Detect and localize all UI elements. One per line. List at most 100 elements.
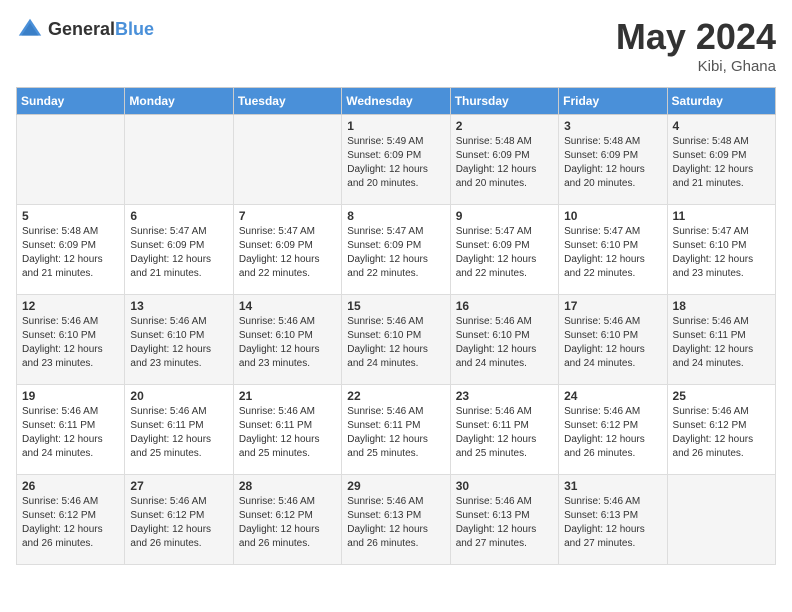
title-block: May 2024 Kibi, Ghana [616,16,776,75]
cell-content: Sunrise: 5:46 AM Sunset: 6:11 PM Dayligh… [347,405,444,461]
day-number: 27 [130,479,227,493]
empty-cell [17,115,125,205]
cell-content: Sunrise: 5:47 AM Sunset: 6:09 PM Dayligh… [239,225,336,281]
page-header: GeneralBlue May 2024 Kibi, Ghana [16,16,776,75]
day-cell-19: 19 Sunrise: 5:46 AM Sunset: 6:11 PM Dayli… [17,385,125,475]
day-cell-9: 9 Sunrise: 5:47 AM Sunset: 6:09 PM Daylig… [450,205,558,295]
cell-content: Sunrise: 5:46 AM Sunset: 6:11 PM Dayligh… [673,315,770,371]
cell-content: Sunrise: 5:46 AM Sunset: 6:10 PM Dayligh… [130,315,227,371]
day-number: 11 [673,209,770,223]
cell-content: Sunrise: 5:46 AM Sunset: 6:12 PM Dayligh… [130,495,227,551]
day-number: 20 [130,389,227,403]
day-cell-4: 4 Sunrise: 5:48 AM Sunset: 6:09 PM Daylig… [667,115,775,205]
day-cell-6: 6 Sunrise: 5:47 AM Sunset: 6:09 PM Daylig… [125,205,233,295]
day-cell-25: 25Sunrise: 5:46 AM Sunset: 6:12 PM Dayli… [667,385,775,475]
empty-cell [667,475,775,565]
day-cell-26: 26 Sunrise: 5:46 AM Sunset: 6:12 PM Dayli… [17,475,125,565]
day-cell-29: 29Sunrise: 5:46 AM Sunset: 6:13 PM Dayli… [342,475,450,565]
day-cell-16: 16Sunrise: 5:46 AM Sunset: 6:10 PM Dayli… [450,295,558,385]
week-row-5: 26 Sunrise: 5:46 AM Sunset: 6:12 PM Dayli… [17,475,776,565]
cell-content: Sunrise: 5:48 AM Sunset: 6:09 PM Dayligh… [22,225,119,281]
day-cell-18: 18 Sunrise: 5:46 AM Sunset: 6:11 PM Dayli… [667,295,775,385]
day-number: 7 [239,209,336,223]
day-cell-10: 10Sunrise: 5:47 AM Sunset: 6:10 PM Dayli… [559,205,667,295]
day-cell-14: 14 Sunrise: 5:46 AM Sunset: 6:10 PM Dayli… [233,295,341,385]
day-number: 3 [564,119,661,133]
week-row-1: 1Sunrise: 5:49 AM Sunset: 6:09 PM Daylig… [17,115,776,205]
cell-content: Sunrise: 5:46 AM Sunset: 6:11 PM Dayligh… [22,405,119,461]
day-header-thursday: Thursday [450,88,558,115]
cell-content: Sunrise: 5:46 AM Sunset: 6:11 PM Dayligh… [130,405,227,461]
day-number: 23 [456,389,553,403]
day-number: 25 [673,389,770,403]
location: Kibi, Ghana [616,58,776,75]
cell-content: Sunrise: 5:48 AM Sunset: 6:09 PM Dayligh… [673,135,770,191]
calendar-table: SundayMondayTuesdayWednesdayThursdayFrid… [16,87,776,565]
day-header-saturday: Saturday [667,88,775,115]
day-header-tuesday: Tuesday [233,88,341,115]
week-row-2: 5 Sunrise: 5:48 AM Sunset: 6:09 PM Daylig… [17,205,776,295]
cell-content: Sunrise: 5:47 AM Sunset: 6:10 PM Dayligh… [673,225,770,281]
day-number: 6 [130,209,227,223]
day-number: 18 [673,299,770,313]
logo: GeneralBlue [16,16,154,44]
day-cell-1: 1Sunrise: 5:49 AM Sunset: 6:09 PM Daylig… [342,115,450,205]
cell-content: Sunrise: 5:46 AM Sunset: 6:11 PM Dayligh… [239,405,336,461]
cell-content: Sunrise: 5:46 AM Sunset: 6:10 PM Dayligh… [564,315,661,371]
cell-content: Sunrise: 5:46 AM Sunset: 6:13 PM Dayligh… [456,495,553,551]
day-cell-2: 2 Sunrise: 5:48 AM Sunset: 6:09 PM Daylig… [450,115,558,205]
cell-content: Sunrise: 5:47 AM Sunset: 6:09 PM Dayligh… [456,225,553,281]
day-number: 22 [347,389,444,403]
day-cell-20: 20 Sunrise: 5:46 AM Sunset: 6:11 PM Dayli… [125,385,233,475]
day-number: 31 [564,479,661,493]
day-cell-24: 24 Sunrise: 5:46 AM Sunset: 6:12 PM Dayli… [559,385,667,475]
day-cell-17: 17Sunrise: 5:46 AM Sunset: 6:10 PM Dayli… [559,295,667,385]
logo-icon [16,16,44,44]
day-cell-31: 31 Sunrise: 5:46 AM Sunset: 6:13 PM Dayli… [559,475,667,565]
day-number: 16 [456,299,553,313]
day-number: 10 [564,209,661,223]
cell-content: Sunrise: 5:46 AM Sunset: 6:10 PM Dayligh… [22,315,119,371]
cell-content: Sunrise: 5:48 AM Sunset: 6:09 PM Dayligh… [564,135,661,191]
day-number: 29 [347,479,444,493]
cell-content: Sunrise: 5:46 AM Sunset: 6:12 PM Dayligh… [22,495,119,551]
cell-content: Sunrise: 5:47 AM Sunset: 6:09 PM Dayligh… [130,225,227,281]
cell-content: Sunrise: 5:48 AM Sunset: 6:09 PM Dayligh… [456,135,553,191]
day-cell-15: 15 Sunrise: 5:46 AM Sunset: 6:10 PM Dayli… [342,295,450,385]
day-cell-23: 23Sunrise: 5:46 AM Sunset: 6:11 PM Dayli… [450,385,558,475]
day-number: 5 [22,209,119,223]
day-number: 19 [22,389,119,403]
week-row-4: 19 Sunrise: 5:46 AM Sunset: 6:11 PM Dayli… [17,385,776,475]
day-cell-30: 30Sunrise: 5:46 AM Sunset: 6:13 PM Dayli… [450,475,558,565]
day-cell-7: 7 Sunrise: 5:47 AM Sunset: 6:09 PM Daylig… [233,205,341,295]
week-row-3: 12 Sunrise: 5:46 AM Sunset: 6:10 PM Dayli… [17,295,776,385]
cell-content: Sunrise: 5:46 AM Sunset: 6:12 PM Dayligh… [564,405,661,461]
logo-text: GeneralBlue [48,20,154,40]
day-cell-5: 5 Sunrise: 5:48 AM Sunset: 6:09 PM Daylig… [17,205,125,295]
cell-content: Sunrise: 5:46 AM Sunset: 6:13 PM Dayligh… [564,495,661,551]
day-header-sunday: Sunday [17,88,125,115]
day-number: 28 [239,479,336,493]
day-number: 8 [347,209,444,223]
day-cell-12: 12 Sunrise: 5:46 AM Sunset: 6:10 PM Dayli… [17,295,125,385]
cell-content: Sunrise: 5:46 AM Sunset: 6:10 PM Dayligh… [239,315,336,371]
day-number: 9 [456,209,553,223]
day-header-wednesday: Wednesday [342,88,450,115]
day-cell-8: 8Sunrise: 5:47 AM Sunset: 6:09 PM Daylig… [342,205,450,295]
day-number: 14 [239,299,336,313]
day-number: 21 [239,389,336,403]
day-number: 4 [673,119,770,133]
header-row: SundayMondayTuesdayWednesdayThursdayFrid… [17,88,776,115]
day-number: 15 [347,299,444,313]
day-cell-13: 13Sunrise: 5:46 AM Sunset: 6:10 PM Dayli… [125,295,233,385]
empty-cell [125,115,233,205]
day-header-friday: Friday [559,88,667,115]
day-number: 26 [22,479,119,493]
cell-content: Sunrise: 5:49 AM Sunset: 6:09 PM Dayligh… [347,135,444,191]
day-cell-28: 28Sunrise: 5:46 AM Sunset: 6:12 PM Dayli… [233,475,341,565]
day-number: 24 [564,389,661,403]
day-cell-21: 21 Sunrise: 5:46 AM Sunset: 6:11 PM Dayli… [233,385,341,475]
day-number: 2 [456,119,553,133]
day-number: 12 [22,299,119,313]
cell-content: Sunrise: 5:46 AM Sunset: 6:10 PM Dayligh… [347,315,444,371]
